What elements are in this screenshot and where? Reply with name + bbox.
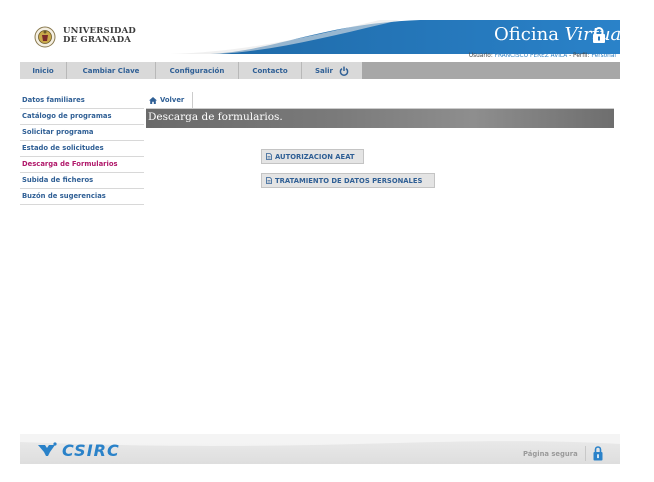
user-info: Usuario: FRANCISCO PÉREZ ÁVILA - Perfil:… [469,53,616,59]
nav-contacto[interactable]: Contacto [239,62,302,79]
nav-configuracion-label: Configuración [169,66,225,75]
autorizacion-aeat-button[interactable]: AUTORIZACION AEAT [261,149,364,164]
university-line2: DE GRANADA [63,35,132,45]
nav-contacto-label: Contacto [252,66,288,75]
tratamiento-datos-button[interactable]: TRATAMIENTO DE DATOS PERSONALES [261,173,435,188]
app-title-main: Oficina [494,24,559,45]
sidebar-item-datos-familiares[interactable]: Datos familiares [20,93,144,109]
page-title: Descarga de formularios. [148,111,283,123]
header: UNIVERSIDAD DE GRANADA Oficina Virtual [20,20,620,54]
power-icon [339,66,349,76]
main-nav: Inicio Cambiar Clave Configuración Conta… [20,62,620,79]
secure-page-label: Página segura [523,450,578,458]
app-frame: UNIVERSIDAD DE GRANADA Oficina Virtual U… [20,20,620,464]
csirc-logo-text: CSIRC [62,441,120,459]
user-label: Usuario: [468,53,493,59]
user-name: FRANCISCO PÉREZ ÁVILA [494,53,568,59]
footer: CSIRC Página segura [20,434,620,464]
nav-inicio[interactable]: Inicio [20,62,67,79]
footer-divider [585,446,586,461]
sidebar-item-catalogo-programas[interactable]: Catálogo de programas [20,109,144,125]
csirc-logo: CSIRC [38,441,120,459]
document-icon [266,153,272,160]
sidebar-item-estado-solicitudes[interactable]: Estado de solicitudes [20,141,144,157]
sidebar-item-solicitar-programa[interactable]: Solicitar programa [20,125,144,141]
nav-items: Inicio Cambiar Clave Configuración Conta… [20,62,362,79]
university-logo-text: UNIVERSIDAD DE GRANADA [63,27,136,45]
tratamiento-datos-label: TRATAMIENTO DE DATOS PERSONALES [275,176,423,185]
nav-configuracion[interactable]: Configuración [156,62,239,79]
lock-icon [593,27,605,43]
profile-label: Perfil: [573,53,590,59]
back-link[interactable]: Volver [146,92,193,108]
nav-cambiar-clave[interactable]: Cambiar Clave [67,62,156,79]
back-bar: Volver [146,92,614,109]
nav-salir-label: Salir [314,66,334,75]
sidebar: Datos familiares Catálogo de programas S… [20,93,144,205]
secure-lock-icon [593,446,603,461]
back-label: Volver [160,96,185,104]
home-icon [149,96,157,104]
sidebar-item-buzon-sugerencias[interactable]: Buzón de sugerencias [20,189,144,205]
sidebar-item-subida-ficheros[interactable]: Subida de ficheros [20,173,144,189]
profile-value: Personal [591,53,616,59]
user-bar: Usuario: FRANCISCO PÉREZ ÁVILA - Perfil:… [20,53,620,62]
document-icon [266,177,272,184]
nav-inicio-label: Inicio [32,66,54,75]
sidebar-item-descarga-formularios[interactable]: Descarga de Formularios [20,157,144,173]
page-title-bar: Descarga de formularios. [146,109,614,128]
autorizacion-aeat-label: AUTORIZACION AEAT [275,152,355,161]
university-crest-icon [34,26,56,48]
nav-cambiar-clave-label: Cambiar Clave [82,66,140,75]
nav-salir[interactable]: Salir [302,62,362,79]
